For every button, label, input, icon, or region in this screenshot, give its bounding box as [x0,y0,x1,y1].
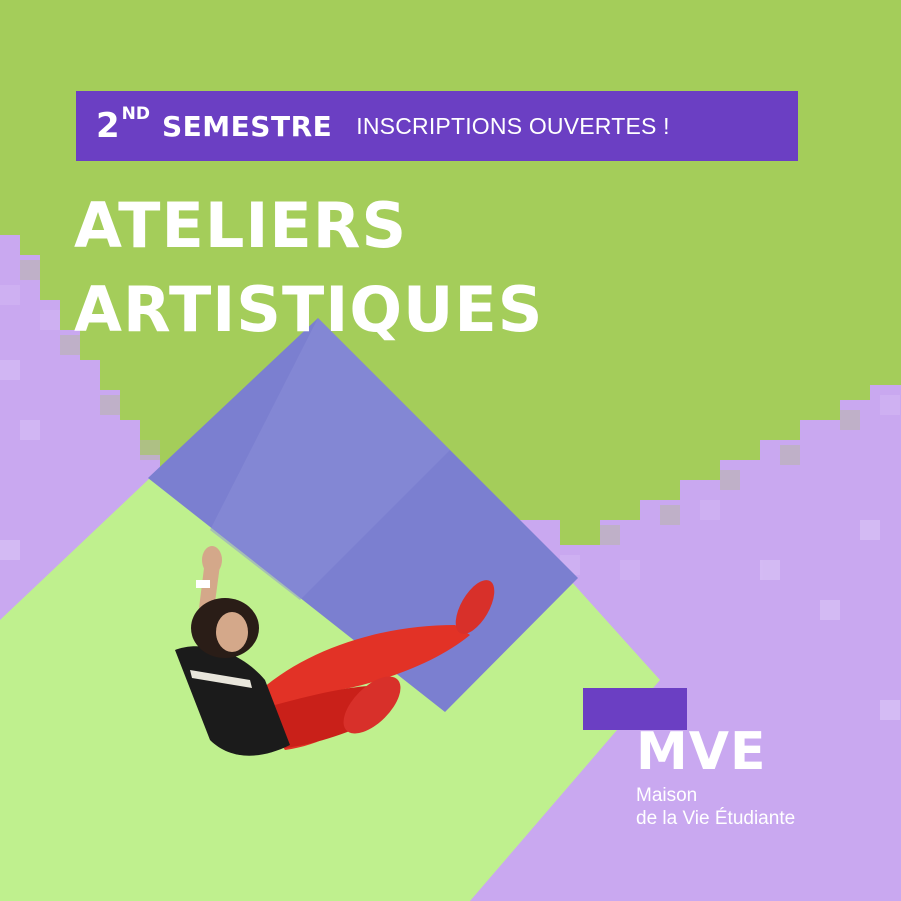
logo-name-line-2: de la Vie Étudiante [636,808,796,829]
registration-label: INSCRIPTIONS OUVERTES ! [356,112,670,139]
title-line-2: ARTISTIQUES [74,273,544,346]
logo-name: Maison de la Vie Étudiante [636,784,795,830]
semester-label: SEMESTRE [162,109,333,143]
semester-banner: 2 ND SEMESTRE INSCRIPTIONS OUVERTES ! [76,91,798,161]
poster-title: ATELIERS ARTISTIQUES [74,184,543,352]
semester-number: 2 [96,106,120,146]
logo-acronym: MVE [636,722,767,782]
poster: 2 ND SEMESTRE INSCRIPTIONS OUVERTES ! ATELI… [0,0,901,901]
title-line-1: ATELIERS [74,189,408,262]
semester-ordinal: ND [121,104,151,124]
logo-name-line-1: Maison [636,785,698,806]
